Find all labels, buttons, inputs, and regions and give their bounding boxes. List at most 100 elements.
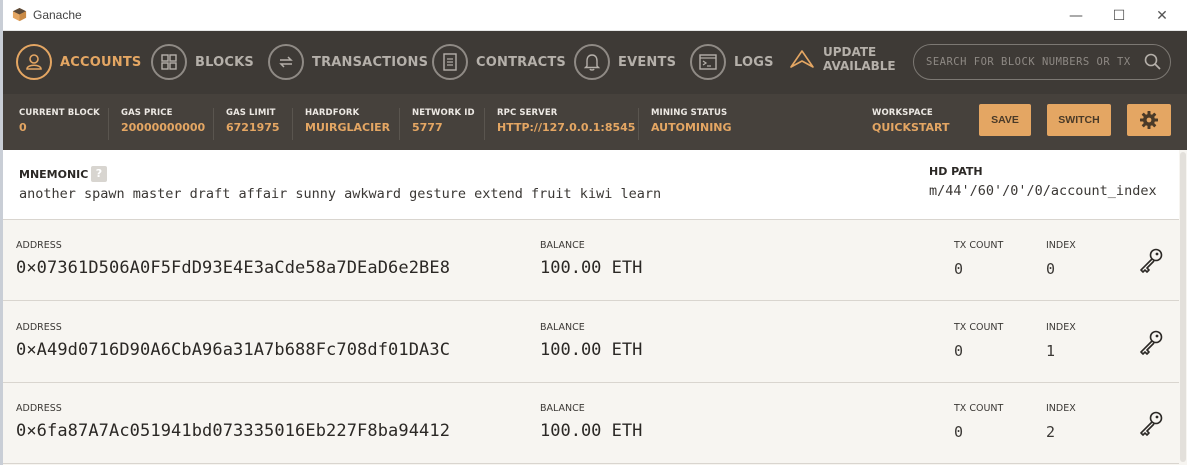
account-index: 0 bbox=[1046, 260, 1056, 278]
close-button[interactable]: ✕ bbox=[1139, 0, 1185, 31]
stat-value: 6721975 bbox=[226, 121, 280, 134]
stat-label: WORKSPACE bbox=[872, 108, 933, 118]
nav-blocks-circle bbox=[151, 44, 187, 80]
stat-value: AUTOMINING bbox=[651, 121, 732, 134]
nav-events-circle bbox=[574, 44, 610, 80]
account-row[interactable]: ADDRESS BALANCE TX COUNT INDEX 0×07361D5… bbox=[3, 220, 1179, 301]
nav-logs[interactable]: LOGS bbox=[690, 43, 774, 81]
minimize-button[interactable]: — bbox=[1053, 0, 1099, 31]
scrollbar-thumb[interactable] bbox=[1180, 152, 1186, 462]
switch-button[interactable]: SWITCH bbox=[1047, 104, 1111, 136]
nav-logs-label: LOGS bbox=[734, 54, 774, 70]
key-icon[interactable] bbox=[1137, 409, 1165, 437]
stat-value: 5777 bbox=[412, 121, 443, 134]
nav-accounts[interactable]: ACCOUNTS bbox=[16, 43, 141, 81]
stat-hardfork: HARDFORK MUIRGLACIER bbox=[292, 108, 390, 140]
tx-count-label: TX COUNT bbox=[954, 240, 1004, 251]
ganache-logo-icon bbox=[12, 7, 27, 22]
address-label: ADDRESS bbox=[16, 403, 62, 414]
mnemonic-words: another spawn master draft affair sunny … bbox=[19, 186, 662, 202]
window-titlebar: Ganache — ☐ ✕ bbox=[3, 0, 1187, 31]
nav-contracts[interactable]: CONTRACTS bbox=[432, 43, 566, 81]
nav-transactions-circle bbox=[268, 44, 304, 80]
account-index: 2 bbox=[1046, 423, 1056, 441]
nav-blocks-label: BLOCKS bbox=[195, 54, 254, 70]
stat-label: MINING STATUS bbox=[651, 108, 728, 118]
update-line1: UPDATE bbox=[823, 45, 877, 59]
account-tx-count: 0 bbox=[954, 342, 964, 360]
nav-contracts-circle bbox=[432, 44, 468, 80]
search-input[interactable] bbox=[913, 44, 1171, 80]
account-index: 1 bbox=[1046, 342, 1056, 360]
nav-transactions[interactable]: TRANSACTIONS bbox=[268, 43, 428, 81]
nav-accounts-circle bbox=[16, 44, 52, 80]
account-row[interactable]: ADDRESS BALANCE TX COUNT INDEX 0×A49d071… bbox=[3, 302, 1179, 383]
balance-label: BALANCE bbox=[540, 322, 585, 333]
nav-events-label: EVENTS bbox=[618, 54, 677, 70]
account-row[interactable]: ADDRESS BALANCE TX COUNT INDEX 0×6fa87A7… bbox=[3, 383, 1179, 464]
account-tx-count: 0 bbox=[954, 423, 964, 441]
stat-workspace: WORKSPACE QUICKSTART bbox=[860, 108, 950, 140]
swap-arrows-icon bbox=[279, 56, 293, 68]
nav-events[interactable]: EVENTS bbox=[574, 43, 676, 81]
account-balance: 100.00 ETH bbox=[540, 340, 643, 360]
account-balance: 100.00 ETH bbox=[540, 258, 643, 278]
update-available[interactable]: UPDATE AVAILABLE bbox=[789, 45, 896, 73]
gear-icon bbox=[1140, 111, 1158, 129]
update-label: UPDATE AVAILABLE bbox=[823, 45, 896, 73]
tx-count-label: TX COUNT bbox=[954, 322, 1004, 333]
mnemonic-panel: MNEMONIC ? another spawn master draft af… bbox=[3, 150, 1179, 220]
address-label: ADDRESS bbox=[16, 240, 62, 251]
accounts-content: MNEMONIC ? another spawn master draft af… bbox=[3, 150, 1187, 465]
stat-gas-price: GAS PRICE 20000000000 bbox=[108, 108, 205, 140]
tx-count-label: TX COUNT bbox=[954, 403, 1004, 414]
nav-transactions-label: TRANSACTIONS bbox=[312, 54, 429, 70]
main-nav: ACCOUNTS BLOCKS TRANSACTIONS CONTRACTS E… bbox=[3, 31, 1187, 94]
stat-value: HTTP://127.0.0.1:8545 bbox=[497, 121, 636, 134]
account-address: 0×A49d0716D90A6CbA96a31A7b688Fc708df01DA… bbox=[16, 340, 451, 360]
stat-rpc-server: RPC SERVER HTTP://127.0.0.1:8545 bbox=[484, 108, 635, 140]
save-button[interactable]: SAVE bbox=[979, 104, 1031, 136]
grid-icon bbox=[161, 54, 177, 70]
bell-icon bbox=[583, 54, 601, 71]
nav-contracts-label: CONTRACTS bbox=[476, 54, 566, 70]
account-tx-count: 0 bbox=[954, 260, 964, 278]
address-label: ADDRESS bbox=[16, 322, 62, 333]
stat-value: 0 bbox=[19, 121, 27, 134]
search-icon[interactable] bbox=[1143, 52, 1163, 72]
stat-label: HARDFORK bbox=[305, 108, 360, 118]
index-label: INDEX bbox=[1046, 322, 1076, 333]
stat-label: CURRENT BLOCK bbox=[19, 108, 100, 118]
account-address: 0×6fa87A7Ac051941bd073335016Eb227F8ba944… bbox=[16, 421, 451, 441]
key-icon[interactable] bbox=[1137, 328, 1165, 356]
person-icon bbox=[26, 54, 42, 70]
index-label: INDEX bbox=[1046, 240, 1076, 251]
maximize-button[interactable]: ☐ bbox=[1096, 0, 1142, 31]
key-icon[interactable] bbox=[1137, 246, 1165, 274]
document-icon bbox=[443, 53, 457, 71]
nav-blocks[interactable]: BLOCKS bbox=[151, 43, 254, 81]
scrollbar[interactable] bbox=[1179, 150, 1187, 465]
nav-accounts-label: ACCOUNTS bbox=[60, 54, 142, 70]
account-balance: 100.00 ETH bbox=[540, 421, 643, 441]
window-title: Ganache bbox=[33, 8, 82, 22]
balance-label: BALANCE bbox=[540, 403, 585, 414]
update-line2: AVAILABLE bbox=[823, 59, 896, 73]
stat-value: MUIRGLACIER bbox=[305, 121, 391, 134]
stat-current-block: CURRENT BLOCK 0 bbox=[7, 108, 100, 140]
stat-value: 20000000000 bbox=[121, 121, 206, 134]
mnemonic-title: MNEMONIC bbox=[19, 168, 89, 181]
settings-button[interactable] bbox=[1127, 104, 1171, 136]
help-icon[interactable]: ? bbox=[91, 166, 107, 182]
stat-label: GAS LIMIT bbox=[226, 108, 276, 118]
balance-label: BALANCE bbox=[540, 240, 585, 251]
stat-label: RPC SERVER bbox=[497, 108, 558, 118]
index-label: INDEX bbox=[1046, 403, 1076, 414]
hd-path-value: m/44'/60'/0'/0/account_index bbox=[929, 183, 1157, 199]
stat-value: QUICKSTART bbox=[872, 121, 950, 134]
hd-path-title: HD PATH bbox=[929, 165, 983, 178]
terminal-icon bbox=[699, 54, 717, 70]
nav-logs-circle bbox=[690, 44, 726, 80]
stat-network-id: NETWORK ID 5777 bbox=[399, 108, 475, 140]
update-triangle-icon bbox=[790, 50, 814, 68]
